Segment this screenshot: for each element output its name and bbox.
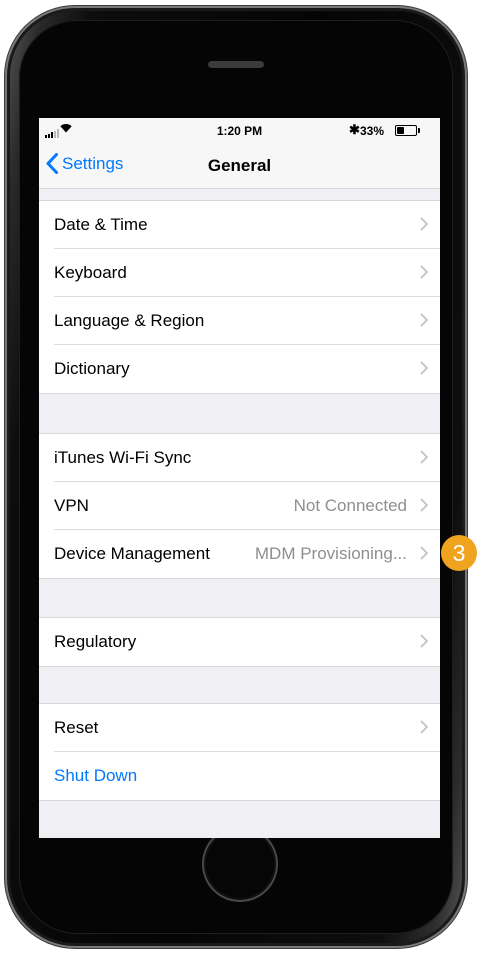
- chevron-right-icon: [420, 546, 428, 560]
- row-label: Regulatory: [54, 632, 137, 651]
- battery-icon: [395, 125, 420, 136]
- row-label: VPN: [54, 496, 89, 515]
- row-vpn[interactable]: VPN Not Connected: [39, 482, 440, 530]
- status-bar: 1:20 PM ✱ 33%: [39, 118, 440, 144]
- row-itunes-wifi-sync[interactable]: iTunes Wi-Fi Sync: [39, 434, 440, 482]
- row-label: iTunes Wi-Fi Sync: [54, 448, 192, 467]
- page-title: General: [207, 156, 272, 175]
- chevron-right-icon: [420, 634, 428, 648]
- settings-group-sync: iTunes Wi-Fi Sync VPN Not Connected Devi…: [39, 433, 440, 579]
- row-label: Keyboard: [54, 263, 127, 282]
- row-device-management[interactable]: Device Management MDM Provisioning...: [39, 530, 440, 578]
- step-callout-badge: 3: [441, 535, 477, 571]
- chevron-right-icon: [420, 450, 428, 464]
- row-value: MDM Provisioning...: [254, 544, 407, 563]
- chevron-right-icon: [420, 265, 428, 279]
- row-label: Language & Region: [54, 311, 205, 330]
- bluetooth-icon: ✱: [349, 122, 360, 137]
- settings-group-regulatory: Regulatory: [39, 617, 440, 667]
- row-value: Not Connected: [293, 496, 407, 515]
- settings-group-reset: Reset Shut Down: [39, 703, 440, 801]
- earpiece-speaker: [208, 61, 264, 68]
- home-button[interactable]: [204, 828, 276, 900]
- row-regulatory[interactable]: Regulatory: [39, 618, 440, 666]
- row-label: Date & Time: [54, 215, 148, 234]
- row-label: Device Management: [54, 544, 210, 563]
- row-reset[interactable]: Reset: [39, 704, 440, 752]
- row-language-region[interactable]: Language & Region: [39, 297, 440, 345]
- chevron-right-icon: [420, 217, 428, 231]
- chevron-right-icon: [420, 361, 428, 375]
- chevron-right-icon: [420, 720, 428, 734]
- chevron-right-icon: [420, 498, 428, 512]
- battery-percent: 33%: [360, 124, 385, 138]
- screen: 1:20 PM ✱ 33% Settings General Date & Ti…: [39, 118, 440, 838]
- chevron-right-icon: [420, 313, 428, 327]
- row-label: Dictionary: [54, 359, 130, 378]
- row-label: Shut Down: [54, 766, 138, 785]
- row-keyboard[interactable]: Keyboard: [39, 249, 440, 297]
- navigation-bar: Settings General: [39, 144, 440, 189]
- settings-group-general: Date & Time Keyboard Language & Region D…: [39, 200, 440, 394]
- row-label: Reset: [54, 718, 99, 737]
- row-dictionary[interactable]: Dictionary: [39, 345, 440, 393]
- row-date-time[interactable]: Date & Time: [39, 201, 440, 249]
- shut-down-button[interactable]: Shut Down: [39, 752, 440, 800]
